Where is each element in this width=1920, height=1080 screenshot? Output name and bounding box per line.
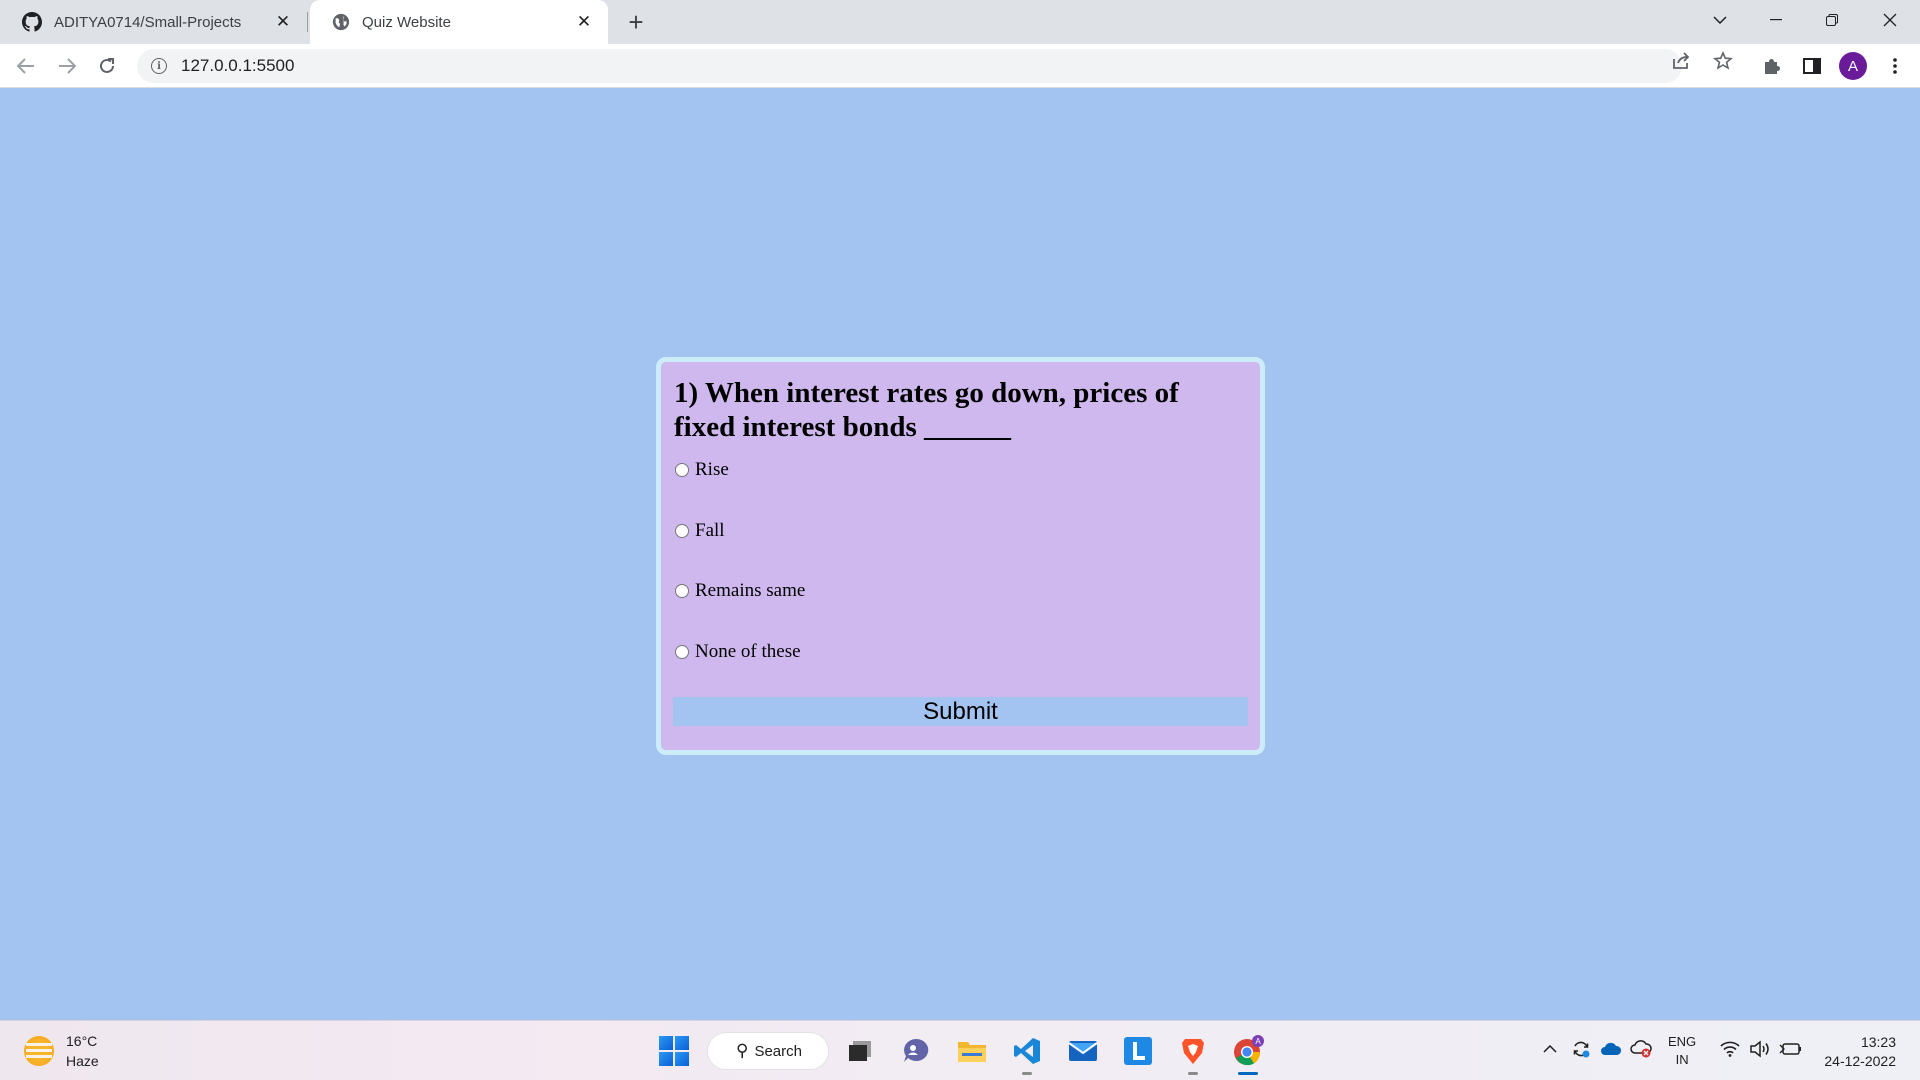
vscode-icon[interactable] bbox=[1005, 1029, 1049, 1075]
taskbar: 16°C Haze ⚲ Search A ENG IN 13:23 24-12-… bbox=[0, 1020, 1920, 1080]
start-button[interactable] bbox=[652, 1029, 696, 1073]
option-label[interactable]: Fall bbox=[695, 520, 725, 542]
brave-icon[interactable] bbox=[1171, 1029, 1215, 1075]
close-window-icon[interactable] bbox=[1862, 0, 1918, 40]
volume-icon[interactable] bbox=[1746, 1035, 1774, 1063]
radio-button[interactable] bbox=[675, 584, 689, 598]
search-icon: ⚲ bbox=[736, 1041, 749, 1060]
share-icon[interactable] bbox=[1670, 49, 1694, 73]
back-arrow-icon[interactable] bbox=[12, 52, 40, 80]
tab-divider bbox=[307, 12, 308, 32]
tab-strip: ADITYA0714/Small-Projects ✕ Quiz Website… bbox=[0, 0, 1920, 44]
option-label[interactable]: Remains same bbox=[695, 580, 805, 602]
haze-sun-icon bbox=[24, 1036, 54, 1066]
task-view-icon[interactable] bbox=[838, 1029, 882, 1073]
answer-option-remains-same[interactable]: Remains same bbox=[674, 580, 1247, 602]
answer-option-fall[interactable]: Fall bbox=[674, 520, 1247, 542]
close-icon[interactable]: ✕ bbox=[273, 12, 293, 32]
submit-button[interactable]: Submit bbox=[673, 697, 1248, 726]
chat-icon[interactable] bbox=[894, 1029, 938, 1073]
chrome-icon[interactable]: A bbox=[1226, 1029, 1270, 1075]
l-app-icon[interactable] bbox=[1116, 1029, 1160, 1073]
onedrive-cloud-icon[interactable] bbox=[1597, 1035, 1625, 1063]
clock-date: 24-12-2022 bbox=[1824, 1053, 1896, 1069]
mail-icon[interactable] bbox=[1061, 1029, 1105, 1073]
github-icon bbox=[22, 12, 42, 32]
question-text: 1) When interest rates go down, prices o… bbox=[674, 377, 1179, 443]
system-clock[interactable]: 13:23 24-12-2022 bbox=[1824, 1033, 1896, 1071]
close-icon[interactable]: ✕ bbox=[574, 12, 594, 32]
url-text[interactable]: 127.0.0.1:5500 bbox=[181, 56, 294, 76]
weather-condition: Haze bbox=[66, 1053, 99, 1069]
clock-time: 13:23 bbox=[1860, 1034, 1896, 1050]
tab-title: Quiz Website bbox=[362, 13, 451, 31]
option-label[interactable]: Rise bbox=[695, 459, 729, 481]
windows-logo-icon bbox=[659, 1036, 689, 1066]
cloud-error-icon[interactable] bbox=[1627, 1035, 1655, 1063]
quiz-card: 1) When interest rates go down, prices o… bbox=[656, 357, 1265, 755]
answer-options: Rise Fall Remains same None of these bbox=[674, 459, 1247, 663]
file-explorer-icon[interactable] bbox=[950, 1029, 994, 1073]
tab-quiz-website[interactable]: Quiz Website ✕ bbox=[310, 0, 608, 44]
menu-kebab-icon[interactable] bbox=[1881, 52, 1909, 80]
option-label[interactable]: None of these bbox=[695, 641, 801, 663]
restore-icon[interactable] bbox=[1804, 0, 1860, 40]
browser-toolbar: i 127.0.0.1:5500 bbox=[0, 44, 1920, 88]
answer-option-none-of-these[interactable]: None of these bbox=[674, 641, 1247, 663]
tab-github[interactable]: ADITYA0714/Small-Projects ✕ bbox=[0, 0, 307, 44]
language-indicator[interactable]: ENG IN bbox=[1668, 1033, 1696, 1069]
sync-icon[interactable] bbox=[1567, 1035, 1595, 1063]
new-tab-button[interactable]: + bbox=[622, 7, 650, 37]
wifi-icon[interactable] bbox=[1716, 1035, 1744, 1063]
answer-option-rise[interactable]: Rise bbox=[674, 459, 1247, 481]
radio-button[interactable] bbox=[675, 463, 689, 477]
svg-text:A: A bbox=[1255, 1037, 1261, 1046]
profile-avatar[interactable]: A bbox=[1839, 52, 1867, 80]
address-bar[interactable]: i 127.0.0.1:5500 bbox=[137, 49, 1682, 83]
region-code: IN bbox=[1675, 1052, 1689, 1067]
radio-button[interactable] bbox=[675, 523, 689, 538]
extensions-puzzle-icon[interactable] bbox=[1758, 52, 1786, 80]
globe-icon bbox=[332, 13, 350, 31]
weather-temperature: 16°C bbox=[66, 1033, 98, 1049]
side-panel-icon[interactable] bbox=[1798, 52, 1826, 80]
taskbar-search[interactable]: ⚲ Search bbox=[707, 1032, 829, 1070]
chevron-up-icon[interactable] bbox=[1536, 1035, 1564, 1063]
language-code: ENG bbox=[1668, 1034, 1697, 1049]
site-info-icon[interactable]: i bbox=[151, 58, 167, 74]
tab-search-chevron-down-icon[interactable] bbox=[1692, 0, 1748, 40]
forward-arrow-icon[interactable] bbox=[53, 52, 81, 80]
battery-icon[interactable] bbox=[1776, 1035, 1804, 1063]
tab-title: ADITYA0714/Small-Projects bbox=[54, 13, 242, 31]
minimize-icon[interactable] bbox=[1748, 0, 1804, 40]
radio-button[interactable] bbox=[675, 644, 689, 659]
bookmark-star-icon[interactable] bbox=[1711, 49, 1735, 73]
weather-widget[interactable]: 16°C Haze bbox=[24, 1031, 99, 1071]
search-label: Search bbox=[754, 1042, 802, 1060]
reload-icon[interactable] bbox=[93, 52, 121, 80]
